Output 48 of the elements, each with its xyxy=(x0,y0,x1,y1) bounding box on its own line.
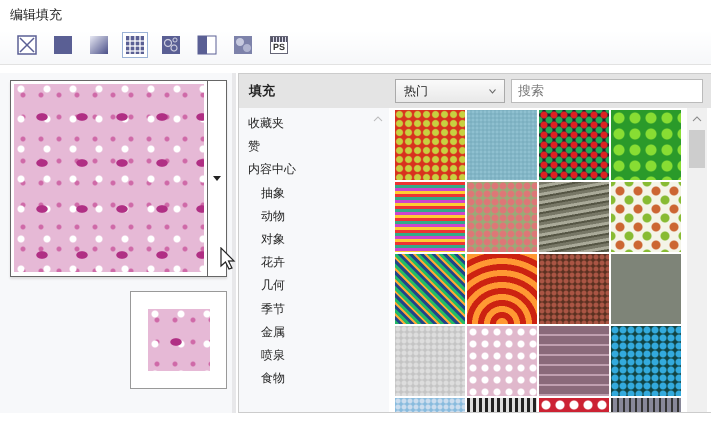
category-item[interactable]: 抽象 xyxy=(239,182,389,205)
category-item[interactable]: 食物 xyxy=(239,367,389,390)
gradient-square-icon xyxy=(89,35,109,55)
category-item[interactable]: 季节 xyxy=(239,298,389,321)
grid-pattern-icon xyxy=(125,35,145,55)
fill-type-button[interactable] xyxy=(122,32,148,58)
category-item[interactable]: 几何 xyxy=(239,274,389,298)
pattern-swatch[interactable] xyxy=(467,254,537,324)
scroll-up-icon[interactable] xyxy=(373,116,383,122)
dialog-title: 编辑填充 xyxy=(9,7,63,25)
scroll-up-icon[interactable] xyxy=(692,116,702,122)
pattern-swatch[interactable] xyxy=(539,326,609,396)
pattern-swatch[interactable] xyxy=(611,254,681,324)
pattern-swatch[interactable] xyxy=(395,182,465,252)
pattern-swatch[interactable] xyxy=(395,254,465,324)
pattern-swatch[interactable] xyxy=(467,110,537,180)
half-filled-square-icon xyxy=(197,35,217,55)
pattern-swatch[interactable] xyxy=(611,110,681,180)
no-fill-icon xyxy=(17,35,37,55)
category-item[interactable]: 赞 xyxy=(239,135,389,158)
search-field[interactable]: 搜索 xyxy=(511,79,703,103)
scrollbar-thumb[interactable] xyxy=(689,130,705,168)
pattern-swatch[interactable] xyxy=(539,110,609,180)
pattern-swatch[interactable] xyxy=(539,182,609,252)
fill-type-button[interactable]: PS xyxy=(266,32,292,58)
solid-square-icon xyxy=(53,35,73,55)
pattern-swatch[interactable] xyxy=(467,182,537,252)
texture-square-icon xyxy=(233,35,253,55)
pattern-swatch[interactable] xyxy=(395,110,465,180)
category-item[interactable]: 对象 xyxy=(239,228,389,252)
pattern-tile xyxy=(148,309,210,371)
scrollbar[interactable] xyxy=(687,108,707,412)
chevron-down-icon xyxy=(489,88,496,94)
category-item[interactable]: 收藏夹 xyxy=(239,112,389,136)
library-title: 填充 xyxy=(249,82,276,100)
category-item[interactable]: 动物 xyxy=(239,204,389,228)
category-item[interactable]: 花卉 xyxy=(239,251,389,274)
pattern-swatch[interactable] xyxy=(611,326,681,396)
pattern-swatch[interactable] xyxy=(539,254,609,324)
pattern-swatch[interactable] xyxy=(395,326,465,396)
pattern-swatch[interactable] xyxy=(467,326,537,396)
postscript-label: PS xyxy=(270,36,288,54)
category-item[interactable]: 喷泉 xyxy=(239,344,389,368)
source-dropdown[interactable]: 热门 xyxy=(395,79,505,103)
pattern-swatch[interactable] xyxy=(611,182,681,252)
category-item[interactable]: 内容中心 xyxy=(239,158,389,182)
category-item[interactable]: 金属 xyxy=(239,320,389,344)
caret-icon xyxy=(213,176,221,181)
